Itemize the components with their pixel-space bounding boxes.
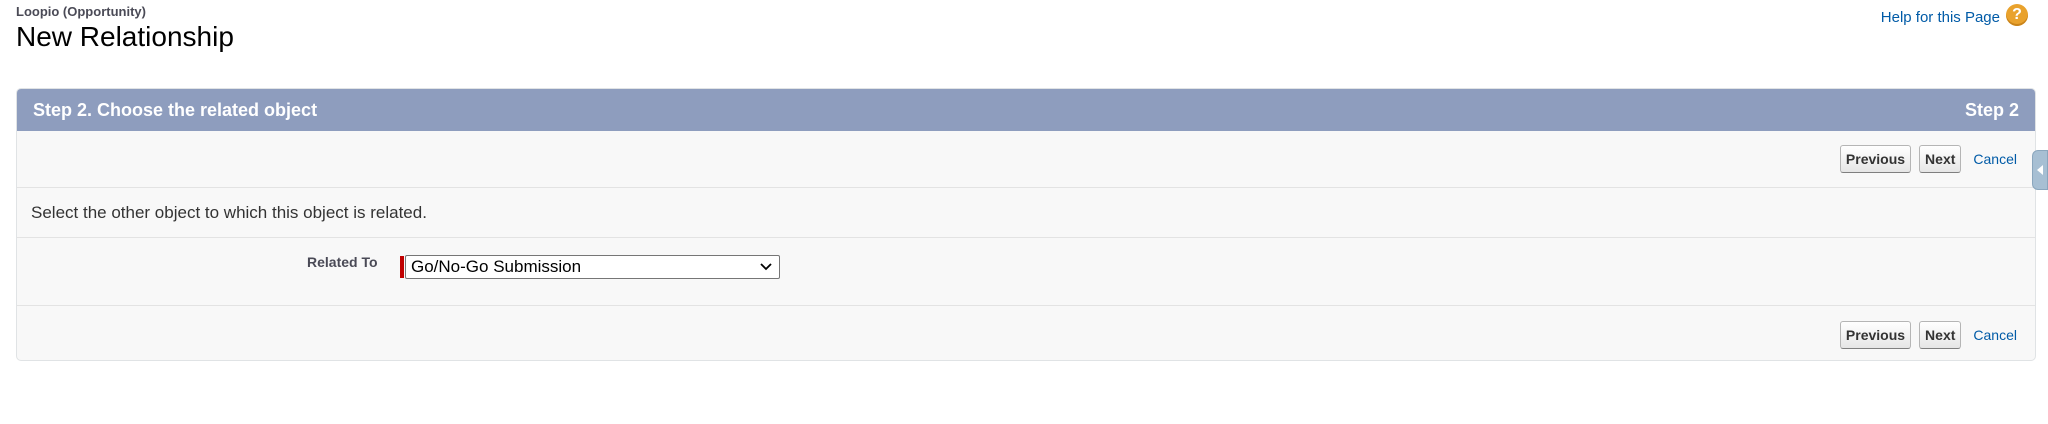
step-indicator: Step 2 [1964, 99, 2019, 120]
help-link-text[interactable]: Help for this Page [1881, 9, 2000, 26]
help-link[interactable]: Help for this Page ? [1881, 4, 2028, 26]
step-header: Step 2. Choose the related object Step 2 [17, 89, 2035, 131]
next-button[interactable]: Next [1919, 321, 1962, 349]
previous-button[interactable]: Previous [1839, 321, 1912, 349]
object-name: Loopio (Opportunity) [16, 4, 146, 19]
step-panel: Step 2. Choose the related object Step 2… [16, 88, 2036, 361]
page-title: New Relationship [16, 21, 234, 52]
help-icon[interactable]: ? [2006, 4, 2028, 26]
bottom-button-row: Previous Next Cancel [17, 305, 2035, 360]
cancel-link[interactable]: Cancel [1973, 327, 2017, 343]
sidebar-toggle-tab[interactable] [2032, 150, 2048, 190]
next-button[interactable]: Next [1919, 145, 1962, 173]
related-to-field-row: Related To Go/No-Go Submission [17, 238, 2035, 305]
chevron-down-icon [760, 263, 772, 271]
cancel-link[interactable]: Cancel [1973, 151, 2017, 167]
previous-button[interactable]: Previous [1839, 145, 1912, 173]
chevron-left-icon [2037, 165, 2043, 175]
related-to-select[interactable]: Go/No-Go Submission [405, 255, 780, 279]
page-header: Loopio (Opportunity) New Relationship [16, 4, 234, 54]
step-instructions: Select the other object to which this ob… [17, 188, 2035, 238]
top-button-row: Previous Next Cancel [17, 131, 2035, 188]
step-title: Step 2. Choose the related object [33, 99, 318, 120]
required-indicator [400, 256, 404, 278]
related-to-selected-value: Go/No-Go Submission [411, 257, 582, 276]
related-to-label: Related To [307, 254, 378, 270]
